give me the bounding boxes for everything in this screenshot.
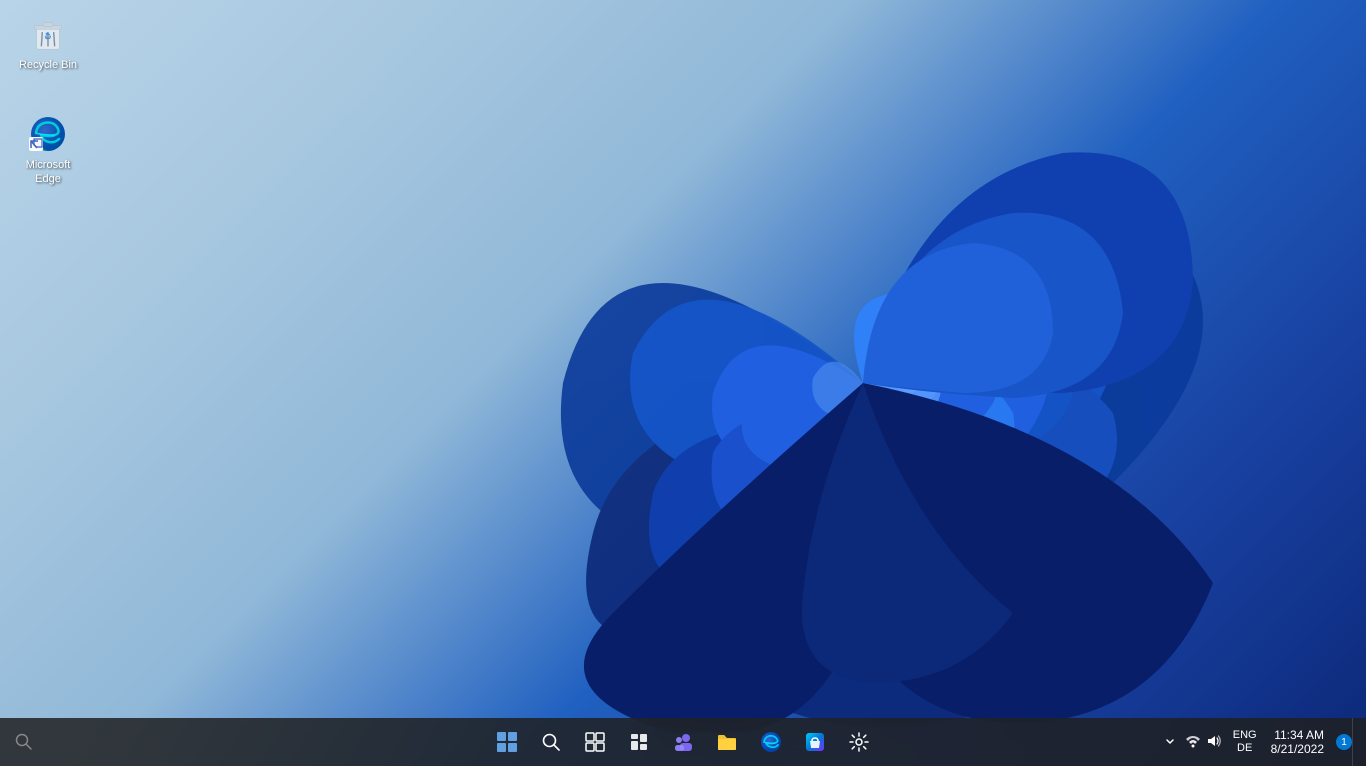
tray-icons-section[interactable] bbox=[1179, 718, 1227, 766]
edge-taskbar-button[interactable] bbox=[751, 722, 791, 762]
store-button[interactable] bbox=[795, 722, 835, 762]
language-section[interactable]: ENG DE bbox=[1227, 718, 1263, 766]
tray-icons-group bbox=[1185, 733, 1221, 752]
recycle-bin-icon: ♻ bbox=[28, 14, 68, 54]
clock-date: 8/21/2022 bbox=[1271, 742, 1324, 756]
clock-section[interactable]: 11:34 AM 8/21/2022 bbox=[1263, 718, 1332, 766]
system-tray: ENG DE 11:34 AM 8/21/2022 1 bbox=[1161, 718, 1358, 766]
taskbar: ENG DE 11:34 AM 8/21/2022 1 bbox=[0, 718, 1366, 766]
edge-label: Microsoft Edge bbox=[12, 158, 84, 187]
taskbar-search-button[interactable] bbox=[531, 722, 571, 762]
widgets-button[interactable] bbox=[619, 722, 659, 762]
taskbar-search-hint[interactable] bbox=[8, 722, 40, 762]
lang-secondary: DE bbox=[1237, 742, 1252, 755]
recycle-bin-label: Recycle Bin bbox=[19, 58, 77, 72]
wallpaper-bloom bbox=[413, 33, 1313, 733]
svg-text:♻: ♻ bbox=[44, 32, 52, 42]
start-button[interactable] bbox=[487, 722, 527, 762]
desktop-icon-edge[interactable]: Microsoft Edge bbox=[8, 110, 88, 191]
settings-button[interactable] bbox=[839, 722, 879, 762]
show-desktop-button[interactable] bbox=[1352, 718, 1358, 766]
lang-primary: ENG bbox=[1233, 729, 1257, 742]
file-explorer-button[interactable] bbox=[707, 722, 747, 762]
taskbar-center bbox=[487, 722, 879, 762]
network-icon bbox=[1185, 733, 1201, 752]
taskbar-left bbox=[0, 722, 80, 762]
desktop: ♻ Recycle Bin bbox=[0, 0, 1366, 766]
tray-overflow-button[interactable] bbox=[1161, 736, 1179, 749]
volume-icon bbox=[1205, 733, 1221, 752]
taskbar-right: ENG DE 11:34 AM 8/21/2022 1 bbox=[1161, 718, 1366, 766]
edge-icon bbox=[28, 114, 68, 154]
teams-button[interactable] bbox=[663, 722, 703, 762]
clock-time: 11:34 AM bbox=[1274, 728, 1324, 742]
desktop-icon-recycle-bin[interactable]: ♻ Recycle Bin bbox=[8, 10, 88, 76]
notification-badge[interactable]: 1 bbox=[1336, 734, 1352, 750]
task-view-button[interactable] bbox=[575, 722, 615, 762]
